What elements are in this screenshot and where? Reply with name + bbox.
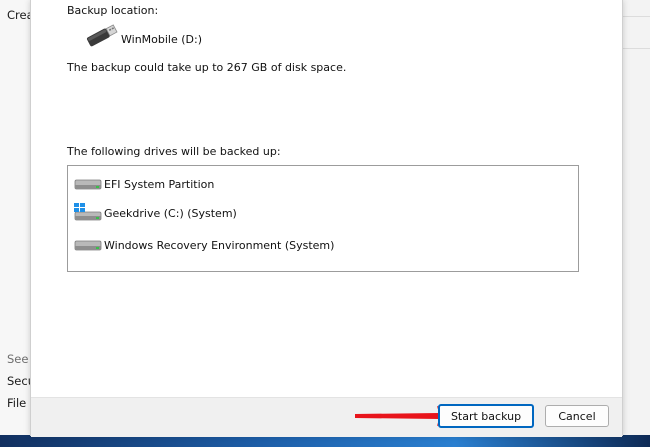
drives-list-label: The following drives will be backed up: [67,145,281,158]
divider [622,16,650,17]
list-item[interactable]: Geekdrive (C:) (System) [74,203,237,223]
background-right-pane [621,0,650,447]
drive-name: Windows Recovery Environment (System) [104,238,335,252]
backup-location-drive: WinMobile (D:) [121,33,203,46]
drive-name: Geekdrive (C:) (System) [104,206,237,220]
list-item[interactable]: Windows Recovery Environment (System) [74,235,334,255]
cancel-button[interactable]: Cancel [545,405,609,427]
hard-drive-icon [74,240,102,251]
disk-space-text: The backup could take up to 267 GB of di… [67,61,347,74]
windows-drive-icon [74,203,102,221]
divider [622,48,650,49]
usb-drive-icon [86,24,118,47]
hard-drive-icon [74,179,102,190]
start-backup-button[interactable]: Start backup [438,404,534,428]
drives-list[interactable]: EFI System Partition Geekdrive (C:) (Sys… [67,165,579,272]
drive-name: EFI System Partition [104,177,215,191]
backup-dialog: Backup location: WinMobile (D:) The back… [30,0,623,437]
list-item[interactable]: EFI System Partition [74,174,214,194]
backup-location-label: Backup location: [67,4,159,17]
